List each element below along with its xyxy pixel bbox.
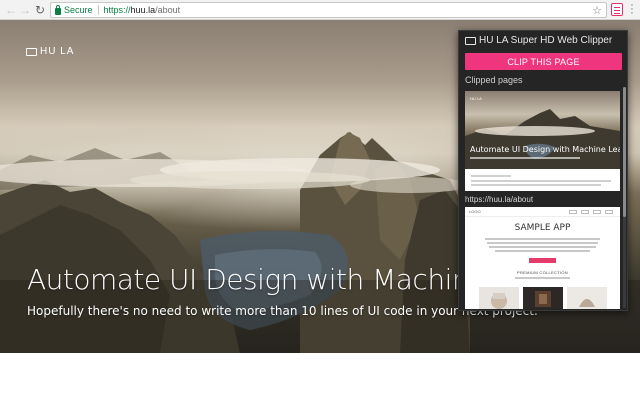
web-clipper-popup: HU LA Super HD Web Clipper CLIP THIS PAG… bbox=[458, 30, 628, 311]
thumbnail-product-card bbox=[479, 287, 519, 309]
secure-label: Secure bbox=[64, 5, 93, 15]
scrollbar-thumb[interactable] bbox=[623, 87, 626, 217]
back-button[interactable]: ← bbox=[4, 2, 18, 18]
clipped-page-url[interactable]: https://huu.la/about bbox=[465, 195, 533, 204]
clip-page-button[interactable]: CLIP THIS PAGE bbox=[465, 53, 622, 70]
browser-toolbar: ← → ↻ Secure https:// huu.la /about ☆ · ·… bbox=[0, 0, 640, 20]
huula-clipper-icon[interactable] bbox=[611, 3, 623, 16]
thumbnail-product-card bbox=[523, 287, 563, 309]
thumbnail-text-line bbox=[489, 246, 596, 248]
thumbnail-logo: HU LA bbox=[470, 96, 482, 101]
thumbnail-text-line bbox=[515, 277, 570, 279]
logo-text: HU LA bbox=[40, 46, 75, 57]
divider bbox=[97, 5, 99, 15]
thumbnail-text-line bbox=[471, 184, 601, 186]
thumbnail-nav-item bbox=[581, 210, 589, 214]
clipped-page-thumbnail[interactable]: LOGO SAMPLE APP PREMIUM COLLECTION bbox=[465, 207, 620, 309]
thumbnail-nav-item bbox=[593, 210, 601, 214]
thumbnail-nav-item bbox=[605, 210, 613, 214]
hero-logo[interactable]: HU LA bbox=[26, 46, 74, 57]
lock-icon bbox=[55, 4, 61, 15]
thumbnail-nav-item bbox=[569, 210, 577, 214]
thumbnail-text-line bbox=[487, 242, 598, 244]
star-icon[interactable]: ☆ bbox=[592, 4, 602, 17]
thumbnail-navbar: LOGO bbox=[465, 207, 620, 217]
popup-title: HU LA Super HD Web Clipper bbox=[479, 35, 613, 46]
logo-icon bbox=[26, 47, 37, 56]
address-bar[interactable]: Secure https:// huu.la /about ☆ bbox=[50, 2, 607, 18]
thumbnail-subtitle bbox=[470, 157, 580, 159]
thumbnail-text-line bbox=[471, 180, 611, 182]
thumbnail-text-line bbox=[471, 175, 511, 177]
thumbnail-title: Automate UI Design with Machine Learning bbox=[470, 145, 620, 154]
url-scheme: https:// bbox=[103, 5, 131, 15]
thumbnail-button bbox=[529, 258, 556, 263]
vertical-dots-icon[interactable]: · · · bbox=[628, 0, 636, 19]
huula-logo-icon bbox=[465, 36, 476, 45]
arrow-right-icon: → bbox=[19, 3, 31, 17]
reload-button[interactable]: ↻ bbox=[33, 2, 47, 18]
reload-icon: ↻ bbox=[34, 3, 46, 17]
page-content bbox=[0, 353, 640, 400]
forward-button[interactable]: → bbox=[18, 2, 32, 18]
url-path: /about bbox=[155, 5, 181, 15]
thumbnail-product-card bbox=[567, 287, 607, 309]
popup-scrollbar[interactable] bbox=[623, 87, 626, 308]
popup-header: HU LA Super HD Web Clipper bbox=[465, 35, 612, 46]
arrow-left-icon: ← bbox=[5, 3, 17, 17]
thumbnail-text-line bbox=[495, 250, 590, 252]
thumbnail-section-title: PREMIUM COLLECTION bbox=[517, 270, 568, 275]
hero-title: Automate UI Design with Machine Le bbox=[27, 263, 526, 296]
clipped-pages-heading: Clipped pages bbox=[465, 75, 523, 85]
thumbnail-title: SAMPLE APP bbox=[514, 223, 571, 233]
url-host: huu.la bbox=[130, 5, 156, 15]
clipped-page-thumbnail[interactable]: HU LA Automate UI Design with Machine Le… bbox=[465, 91, 620, 191]
thumbnail-text-line bbox=[485, 238, 600, 240]
thumbnail-logo: LOGO bbox=[469, 209, 481, 214]
